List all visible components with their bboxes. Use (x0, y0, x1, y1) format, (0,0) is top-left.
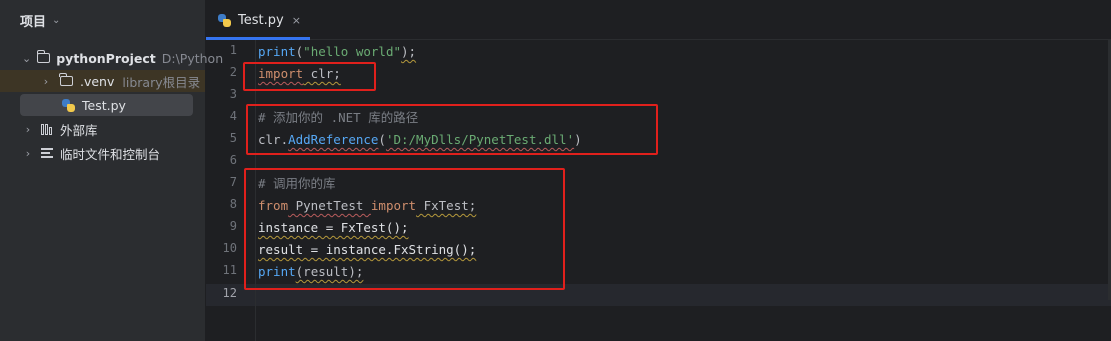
scratches-icon (40, 146, 56, 160)
code-token-string: "hello world" (303, 44, 402, 59)
tree-item-label: .venv (80, 73, 115, 89)
tree-item-label: 外部库 (60, 122, 98, 138)
close-icon[interactable]: × (292, 14, 301, 27)
code-token-punct: ); (401, 44, 417, 59)
line-number: 4 (229, 109, 237, 123)
tree-item-label: Test.py (82, 97, 126, 113)
line-number: 9 (229, 219, 237, 233)
tree-item-test-py[interactable]: Test.py (20, 94, 193, 116)
python-file-icon (218, 13, 231, 27)
line-number: 3 (229, 87, 237, 101)
line-number: 10 (222, 241, 237, 255)
tree-item-venv[interactable]: › .venv library根目录 (0, 70, 205, 92)
chevron-right-icon[interactable]: › (40, 75, 52, 88)
line-number: 11 (222, 263, 237, 277)
folder-icon (36, 50, 51, 65)
tree-item-label: 临时文件和控制台 (60, 146, 161, 162)
line-number-current: 12 (222, 286, 237, 300)
folder-icon (58, 73, 74, 88)
project-panel: 项目 ⌄ ⌄ pythonProject D:\Python › .venv l… (0, 0, 223, 341)
project-panel-header[interactable]: 项目 ⌄ (0, 0, 205, 40)
line-number: 5 (229, 131, 237, 145)
chevron-down-icon[interactable]: ⌄ (52, 15, 60, 26)
code-line-1[interactable]: print("hello world"); (258, 41, 416, 63)
line-number: 8 (229, 197, 237, 211)
tree-item-note: library根目录 (122, 74, 201, 90)
line-number: 7 (229, 175, 237, 189)
line-number: 6 (229, 153, 237, 167)
editor-tab-bar: Test.py × (206, 0, 1111, 40)
code-token-function: print (258, 44, 296, 59)
tab-label: Test.py (238, 12, 284, 28)
tab-test-py[interactable]: Test.py × (206, 0, 310, 40)
chevron-down-icon[interactable]: ⌄ (22, 52, 31, 65)
library-icon (40, 122, 56, 136)
tree-item-external-libraries[interactable]: › 外部库 (0, 118, 205, 140)
highlight-box-add-reference (246, 104, 658, 155)
chevron-right-icon[interactable]: › (22, 147, 34, 160)
tree-item-pythonproject[interactable]: ⌄ pythonProject D:\Python (0, 47, 223, 69)
python-file-icon (60, 98, 76, 112)
highlight-box-import (243, 62, 376, 91)
line-number: 1 (229, 43, 237, 57)
highlight-box-usage (244, 168, 565, 290)
tree-item-label: pythonProject (56, 50, 156, 66)
project-panel-title: 项目 (20, 14, 47, 30)
tree-item-scratches[interactable]: › 临时文件和控制台 (0, 142, 205, 164)
chevron-right-icon[interactable]: › (22, 123, 34, 136)
line-number: 2 (229, 65, 237, 79)
